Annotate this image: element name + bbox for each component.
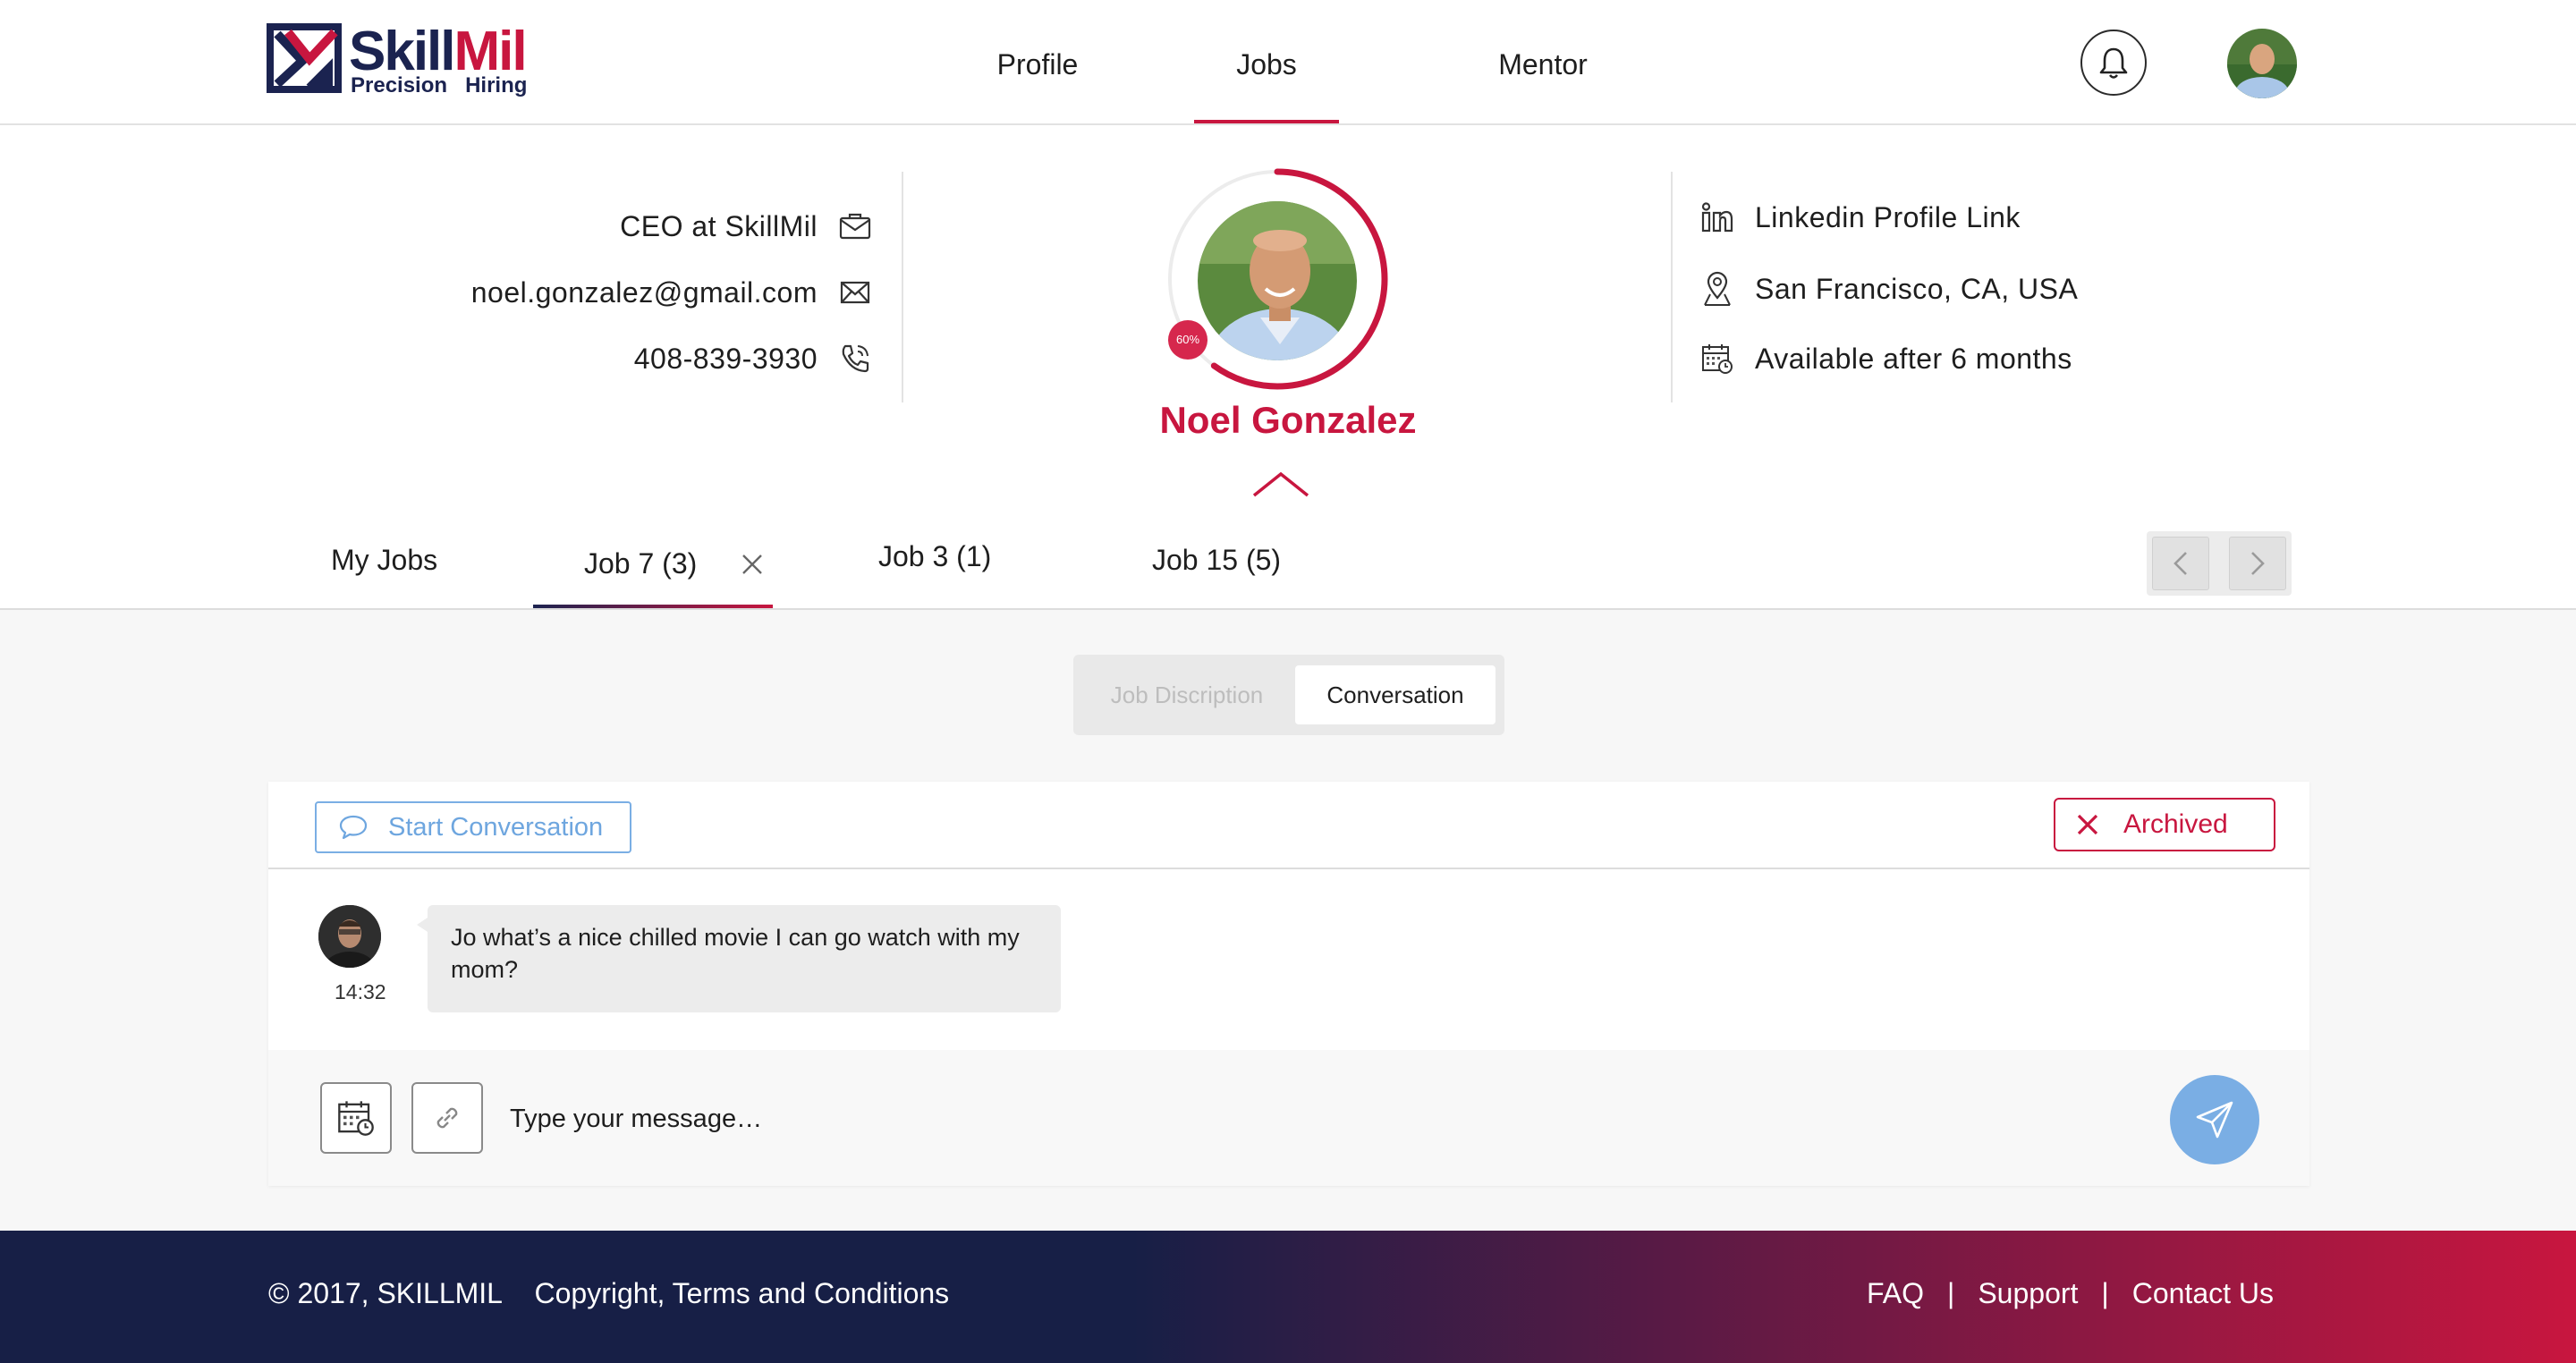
- tab-job-7[interactable]: Job 7 (3): [533, 522, 773, 608]
- faq-link[interactable]: FAQ: [1867, 1277, 1924, 1310]
- phone-icon: [837, 341, 873, 377]
- profile-phone-row: 408-839-3930: [634, 336, 873, 381]
- envelope-icon: [837, 275, 873, 310]
- avatar-photo-icon: [2227, 29, 2297, 98]
- linkedin-icon: [1699, 198, 1735, 237]
- schedule-button[interactable]: [320, 1082, 392, 1154]
- conversation-toolbar: Start Conversation Archived: [268, 782, 2309, 869]
- tab-label: Job 7 (3): [584, 547, 698, 580]
- message-bubble: Jo what’s a nice chilled movie I can go …: [417, 905, 1061, 1012]
- archived-label: Archived: [2123, 809, 2228, 839]
- tab-label: My Jobs: [331, 544, 438, 576]
- tab-my-jobs[interactable]: My Jobs: [331, 522, 447, 608]
- linkedin-link[interactable]: Linkedin Profile Link: [1755, 201, 2021, 234]
- briefcase-mail-icon: [837, 208, 873, 244]
- availability-text: Available after 6 months: [1755, 342, 2072, 375]
- previous-tabs-button[interactable]: [2152, 537, 2209, 590]
- location-pin-icon: [1699, 269, 1735, 309]
- footer-links: FAQ | Support | Contact Us: [1867, 1277, 2274, 1310]
- chat-bubble-icon: [339, 815, 368, 840]
- conversation-panel: Start Conversation Archived 14:32 Jo wha…: [268, 782, 2309, 1186]
- send-button[interactable]: [2170, 1075, 2259, 1164]
- start-conversation-label: Start Conversation: [388, 812, 604, 842]
- bell-icon: [2099, 47, 2128, 79]
- contact-us-link[interactable]: Contact Us: [2132, 1277, 2274, 1310]
- collapse-chevron-up-icon[interactable]: [1250, 469, 1311, 501]
- tab-job-15[interactable]: Job 15 (5): [1152, 522, 1286, 608]
- chevron-right-icon: [2251, 552, 2265, 575]
- view-switch: Job Discription Conversation: [1073, 655, 1504, 735]
- profile-email-row: noel.gonzalez@gmail.com: [471, 270, 873, 315]
- tab-conversation[interactable]: Conversation: [1295, 665, 1496, 724]
- message-composer: [268, 1050, 2309, 1186]
- message-input[interactable]: [510, 1086, 2030, 1152]
- tab-job-description[interactable]: Job Discription: [1084, 665, 1290, 724]
- tab-label: Job 15 (5): [1152, 544, 1282, 576]
- close-x-icon: [2077, 814, 2098, 835]
- tab-job-3[interactable]: Job 3 (1): [878, 522, 995, 608]
- link-icon: [436, 1107, 458, 1129]
- divider-right: [1671, 172, 1673, 402]
- top-header: SkillMil Precision Hiring Profile Jobs M…: [0, 0, 2576, 125]
- profile-name: Noel Gonzalez: [1159, 399, 1417, 441]
- logo-mark-icon: [267, 23, 342, 93]
- nav-jobs[interactable]: Jobs: [1194, 0, 1339, 123]
- message-text: Jo what’s a nice chilled movie I can go …: [451, 924, 1020, 983]
- profile-photo-icon: [1198, 201, 1357, 360]
- support-link[interactable]: Support: [1978, 1277, 2078, 1310]
- job-tabs-bar: My Jobs Job 7 (3) Job 3 (1) Job 15 (5): [0, 522, 2576, 610]
- start-conversation-button[interactable]: Start Conversation: [315, 801, 631, 853]
- location-text: San Francisco, CA, USA: [1755, 272, 2079, 305]
- location-row: San Francisco, CA, USA: [1699, 267, 2078, 311]
- profile-photo: [1195, 199, 1360, 363]
- tab-pager: [2147, 531, 2292, 596]
- divider-left: [902, 172, 903, 402]
- close-tab-icon[interactable]: [737, 549, 767, 580]
- profile-title-row: CEO at SkillMil: [620, 204, 873, 249]
- logo-tagline: Precision Hiring: [351, 73, 528, 97]
- archived-button[interactable]: Archived: [2054, 798, 2275, 851]
- profile-email[interactable]: noel.gonzalez@gmail.com: [471, 276, 818, 309]
- nav-profile[interactable]: Profile: [984, 0, 1091, 125]
- site-footer: © 2017, SKILLMIL Copyright, Terms and Co…: [0, 1231, 2576, 1363]
- chevron-left-icon: [2174, 552, 2187, 575]
- footer-separator: |: [2101, 1277, 2109, 1309]
- profile-title: CEO at SkillMil: [620, 209, 818, 242]
- footer-legal: © 2017, SKILLMIL Copyright, Terms and Co…: [268, 1277, 949, 1310]
- linkedin-row: Linkedin Profile Link: [1699, 195, 2021, 240]
- footer-separator: |: [1947, 1277, 1955, 1309]
- notifications-button[interactable]: [2080, 30, 2147, 96]
- calendar-clock-icon: [338, 1101, 374, 1136]
- profile-phone[interactable]: 408-839-3930: [634, 343, 818, 376]
- attach-link-button[interactable]: [411, 1082, 483, 1154]
- skillmil-logo[interactable]: SkillMil Precision Hiring: [267, 21, 535, 98]
- send-paper-plane-icon: [2196, 1101, 2233, 1139]
- nav-mentor[interactable]: Mentor: [1485, 0, 1601, 125]
- next-tabs-button[interactable]: [2229, 537, 2286, 590]
- calendar-clock-icon: [1699, 339, 1735, 378]
- footer-copyright: © 2017, SKILLMIL: [268, 1277, 503, 1309]
- completion-badge: 60%: [1168, 320, 1208, 360]
- sender-photo-icon: [318, 905, 381, 968]
- terms-link[interactable]: Copyright, Terms and Conditions: [535, 1277, 950, 1309]
- message-sender-avatar: [318, 905, 381, 968]
- tab-label: Job 3 (1): [878, 540, 992, 572]
- availability-row: Available after 6 months: [1699, 336, 2072, 381]
- user-avatar[interactable]: [2227, 29, 2297, 98]
- message-timestamp: 14:32: [335, 980, 386, 1003]
